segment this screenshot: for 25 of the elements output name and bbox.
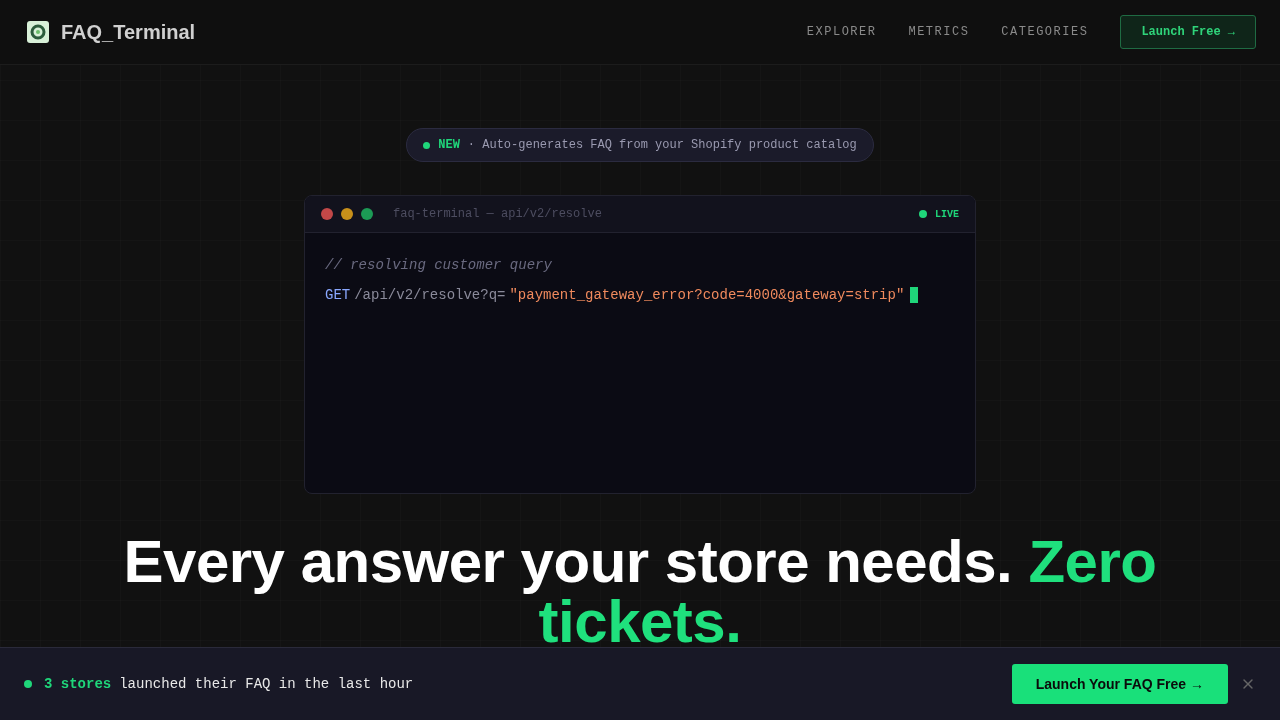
http-method: GET — [325, 287, 351, 303]
text-cursor — [910, 287, 919, 303]
launch-button[interactable]: Launch Free → — [1120, 15, 1256, 49]
close-dot-icon — [321, 208, 333, 220]
logo-icon — [27, 21, 49, 43]
badge-tag: NEW — [438, 138, 460, 152]
query-string: "payment_gateway_error?code=4000&gateway=strip" — [509, 287, 905, 303]
nav-link[interactable]: CATEGORIES — [1001, 25, 1089, 39]
status-dot-icon — [24, 680, 32, 688]
maximize-dot-icon — [361, 208, 373, 220]
live-dot-icon — [919, 210, 927, 218]
store-count: 3 stores — [44, 676, 112, 692]
brand-name: FAQ_Terminal — [61, 20, 196, 44]
code-comment: // resolving customer query — [325, 257, 553, 273]
notification-text: launched their FAQ in the last hour — [119, 676, 414, 692]
status-dot-icon — [423, 141, 431, 149]
minimize-dot-icon — [341, 208, 353, 220]
live-status: LIVE — [935, 208, 959, 220]
terminal-title: faq-terminal — api/v2/resolve — [393, 207, 603, 221]
request-path: /api/v2/resolve?q= — [354, 287, 506, 303]
headline: Every answer your store needs. Zero tickets. — [122, 532, 1158, 652]
nav-link[interactable]: EXPLORER — [806, 25, 877, 39]
badge-text: · Auto-generates FAQ from your Shopify product catalog — [467, 138, 857, 152]
launch-faq-button[interactable]: Launch Your FAQ Free → — [1011, 664, 1228, 704]
nav-link[interactable]: METRICS — [908, 25, 970, 39]
